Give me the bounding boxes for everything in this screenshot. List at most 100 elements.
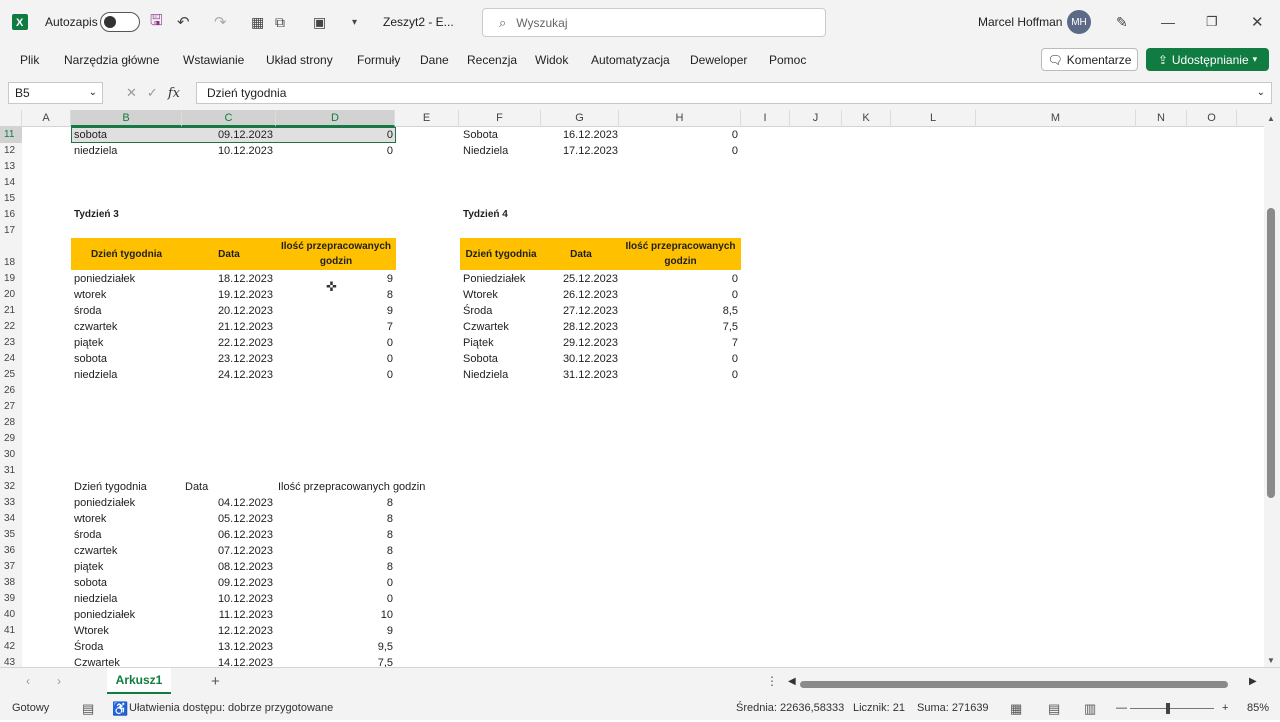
cell[interactable]: 31.12.2023 <box>527 367 618 383</box>
row-header[interactable]: 20 <box>0 287 22 303</box>
row-header[interactable]: 40 <box>0 607 22 623</box>
cell[interactable]: 20.12.2023 <box>182 303 273 319</box>
cell[interactable]: 10.12.2023 <box>182 143 273 159</box>
confirm-icon[interactable]: ✓ <box>147 85 158 101</box>
cell[interactable]: 9 <box>322 623 393 639</box>
cell[interactable]: 8 <box>322 559 393 575</box>
cell[interactable]: 8 <box>322 527 393 543</box>
cell[interactable]: 10.12.2023 <box>182 591 273 607</box>
row-header[interactable]: 18 <box>0 255 22 271</box>
cell[interactable]: 0 <box>322 591 393 607</box>
scroll-left-icon[interactable]: ◀ <box>788 676 796 687</box>
normal-view-icon[interactable]: ▦ <box>1010 697 1022 720</box>
cell[interactable]: Środa <box>74 639 103 655</box>
table-icon[interactable]: ▦ <box>251 0 264 44</box>
cell[interactable]: 0 <box>322 335 393 351</box>
autosave-toggle[interactable] <box>100 0 140 44</box>
cell[interactable]: 0 <box>668 271 738 287</box>
cell[interactable]: Piątek <box>463 335 494 351</box>
week3-header-date[interactable]: Data <box>182 238 276 270</box>
cell[interactable]: poniedziałek <box>74 495 135 511</box>
row-header[interactable]: 19 <box>0 271 22 287</box>
zoom-in-icon[interactable]: + <box>1222 697 1228 720</box>
zoom-level[interactable]: 85% <box>1247 697 1269 720</box>
cell[interactable]: Niedziela <box>463 143 508 159</box>
page-layout-view-icon[interactable]: ▤ <box>1048 697 1060 720</box>
cell[interactable]: niedziela <box>74 591 117 607</box>
chevron-down-icon[interactable]: ⌄ <box>89 83 97 103</box>
row-header[interactable]: 30 <box>0 447 22 463</box>
more-options-icon[interactable]: ⋮ <box>766 674 778 688</box>
column-header-e[interactable]: E <box>395 110 459 127</box>
row-header[interactable]: 23 <box>0 335 22 351</box>
cell[interactable]: 08.12.2023 <box>182 559 273 575</box>
vertical-scrollbar[interactable]: ▲ ▼ <box>1264 110 1280 667</box>
cell[interactable]: 10 <box>322 607 393 623</box>
undo-icon[interactable]: ↶ <box>177 0 190 44</box>
cell[interactable]: sobota <box>74 127 107 143</box>
cell[interactable]: wtorek <box>74 287 106 303</box>
column-header-j[interactable]: J <box>790 110 842 127</box>
cell[interactable]: 0 <box>322 127 393 143</box>
horizontal-scroll-thumb[interactable] <box>800 681 1228 688</box>
minimize-icon[interactable]: — <box>1161 0 1175 44</box>
cell[interactable]: 30.12.2023 <box>527 351 618 367</box>
cell[interactable]: czwartek <box>74 543 117 559</box>
cell[interactable]: 0 <box>668 367 738 383</box>
cell[interactable]: 7,5 <box>668 319 738 335</box>
tab-page-layout[interactable]: Układ strony <box>266 44 333 76</box>
row-header[interactable]: 26 <box>0 383 22 399</box>
cell[interactable]: środa <box>74 527 102 543</box>
cell[interactable]: 9,5 <box>322 639 393 655</box>
row-header[interactable]: 36 <box>0 543 22 559</box>
cell[interactable]: 06.12.2023 <box>182 527 273 543</box>
cell[interactable]: 14.12.2023 <box>182 655 273 667</box>
cell[interactable]: sobota <box>74 575 107 591</box>
cell[interactable]: 29.12.2023 <box>527 335 618 351</box>
cell[interactable]: 0 <box>322 575 393 591</box>
cell[interactable]: 0 <box>322 143 393 159</box>
save-icon[interactable]: 🖫 <box>150 0 163 44</box>
summary-header-date[interactable]: Data <box>185 479 208 495</box>
row-header[interactable]: 28 <box>0 415 22 431</box>
cell[interactable]: 0 <box>668 127 738 143</box>
cell[interactable]: 0 <box>668 351 738 367</box>
row-header[interactable]: 29 <box>0 431 22 447</box>
row-header[interactable]: 33 <box>0 495 22 511</box>
cell[interactable]: 0 <box>322 351 393 367</box>
week4-title[interactable]: Tydzień 4 <box>463 207 508 223</box>
column-header-l[interactable]: L <box>891 110 976 127</box>
cell[interactable]: 8 <box>322 543 393 559</box>
week3-header-day[interactable]: Dzień tygodnia <box>71 238 182 270</box>
row-header[interactable]: 34 <box>0 511 22 527</box>
cell[interactable]: 22.12.2023 <box>182 335 273 351</box>
cell[interactable]: 13.12.2023 <box>182 639 273 655</box>
sheet-tab-arkusz1[interactable]: Arkusz1 <box>107 668 171 694</box>
column-header-f[interactable]: F <box>459 110 541 127</box>
shapes-icon[interactable]: ⧉ <box>275 0 285 44</box>
customize-toolbar-icon[interactable]: ▾ <box>352 0 357 44</box>
row-header[interactable]: 41 <box>0 623 22 639</box>
formula-input[interactable]: Dzień tygodnia ⌄ <box>196 82 1272 104</box>
cell[interactable]: niedziela <box>74 143 117 159</box>
status-sum[interactable]: Suma: 271639 <box>917 697 989 720</box>
cell[interactable]: 05.12.2023 <box>182 511 273 527</box>
row-header[interactable]: 43 <box>0 655 22 667</box>
cell[interactable]: 26.12.2023 <box>527 287 618 303</box>
column-header-h[interactable]: H <box>619 110 741 127</box>
row-header[interactable]: 27 <box>0 399 22 415</box>
cell[interactable]: Czwartek <box>463 319 509 335</box>
row-header[interactable]: 39 <box>0 591 22 607</box>
tab-insert[interactable]: Wstawianie <box>183 44 244 76</box>
close-icon[interactable]: ✕ <box>1251 0 1264 44</box>
week3-header-hours[interactable]: Ilość przepracowanych godzin <box>276 238 396 270</box>
cell[interactable]: niedziela <box>74 367 117 383</box>
summary-header-day[interactable]: Dzień tygodnia <box>74 479 147 495</box>
row-header[interactable]: 15 <box>0 191 22 207</box>
row-header[interactable]: 13 <box>0 159 22 175</box>
cell[interactable]: 0 <box>668 143 738 159</box>
tab-home[interactable]: Narzędzia główne <box>64 44 159 76</box>
tab-data[interactable]: Dane <box>420 44 449 76</box>
cell[interactable]: Środa <box>463 303 492 319</box>
form-icon[interactable]: ▣ <box>313 0 326 44</box>
